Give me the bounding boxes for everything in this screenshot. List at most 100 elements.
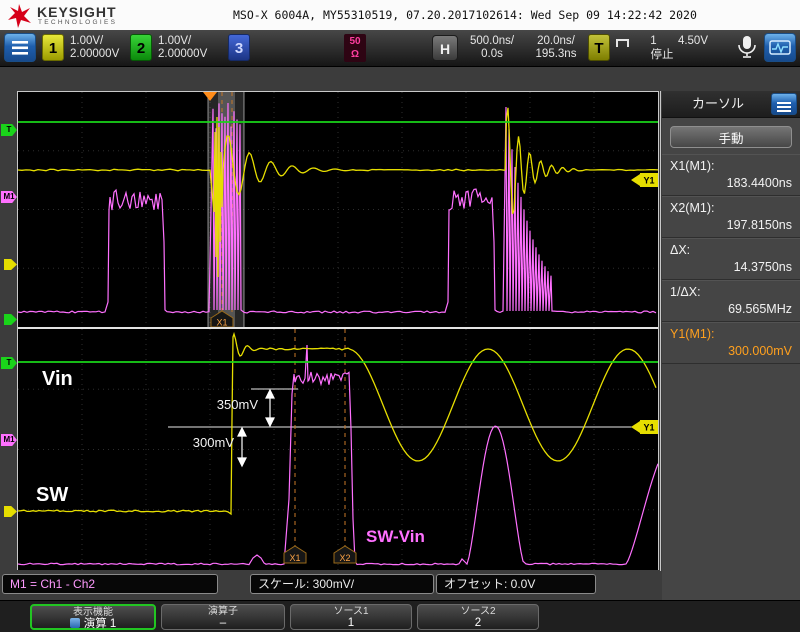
channel2-settings[interactable]: 1.00V/ 2.00000V	[158, 35, 207, 61]
cursor-label: 1/ΔX:	[670, 285, 701, 299]
annotation-300mv: 300mV	[193, 435, 235, 450]
channel1-settings[interactable]: 1.00V/ 2.00000V	[70, 35, 119, 61]
brand-subtitle: TECHNOLOGIES	[38, 19, 118, 26]
horizontal-zoom-scale: 20.0ns/	[537, 35, 575, 47]
cursor-row-1overdx[interactable]: 1/ΔX: 69.565MHz	[662, 280, 800, 322]
menu-icon	[12, 40, 28, 55]
acquisition-status: 停止	[650, 49, 674, 61]
cursor-panel-header: カーソル	[662, 91, 800, 118]
math-m1-waveform-main	[18, 102, 657, 314]
x2-cursor-flag[interactable]: X2	[333, 545, 357, 564]
zoom-timebase-panel: Vin SW SW-Vin 350mV 300mV X1 X2 Y1	[18, 329, 658, 570]
channel2-scale: 1.00V/	[158, 35, 192, 47]
channel1-scale: 1.00V/	[70, 35, 104, 47]
cursor-row-y1[interactable]: Y1(M1): 300.000mV	[662, 322, 800, 364]
ch1-waveform-zoom	[18, 331, 657, 516]
channel1-button[interactable]: 1	[42, 34, 64, 61]
vin-label: Vin	[42, 368, 73, 390]
ch2-ground-marker-top[interactable]	[4, 314, 17, 325]
waveform-display[interactable]: X1 Y1 Vin SW SW-Vin 350mV 300mV X1 X2 Y1	[17, 91, 659, 571]
channel1-offset: 2.00000V	[70, 48, 120, 60]
list-icon	[777, 101, 791, 112]
instrument-title: MSO-X 6004A, MY55310519, 07.20.201710261…	[233, 8, 697, 22]
svg-text:X1: X1	[216, 318, 227, 328]
math-offset-readout[interactable]: オフセット: 0.0V	[436, 574, 596, 594]
oscilloscope-screen: KEYSIGHT TECHNOLOGIES MSO-X 6004A, MY553…	[0, 0, 800, 632]
horizontal-main-readout[interactable]: 500.0ns/ 0.0s	[461, 35, 523, 61]
cursor-value: 14.3750ns	[733, 260, 792, 274]
svg-text:Y1: Y1	[643, 176, 654, 186]
impedance-unit: Ω	[350, 49, 360, 60]
cursor-mode-button[interactable]: 手動	[670, 126, 792, 148]
display-settings-button[interactable]	[764, 33, 796, 62]
cursor-menu-button[interactable]	[771, 93, 797, 115]
softkey-label: ソース1	[333, 606, 369, 617]
y1-cursor-flag[interactable]: Y1	[631, 420, 658, 434]
trigger-level-marker-zoom[interactable]: T	[1, 357, 17, 369]
ch1-ground-marker-top[interactable]	[4, 259, 17, 270]
horizontal-main-delay: 0.0s	[481, 48, 503, 60]
channel3-button[interactable]: 3	[228, 34, 250, 61]
main-toolbar: 1 1.00V/ 2.00000V 2 1.00V/ 2.00000V 3 50…	[0, 30, 800, 67]
keysight-logo: KEYSIGHT TECHNOLOGIES	[7, 2, 157, 28]
math-definition-readout[interactable]: M1 = Ch1 - Ch2	[2, 574, 218, 594]
cursor-value: 197.8150ns	[726, 218, 792, 232]
graticule	[18, 92, 658, 327]
cursor-value: 183.4400ns	[726, 176, 792, 190]
pulse-width-trigger-icon	[616, 38, 629, 47]
horizontal-zoom-readout[interactable]: 20.0ns/ 195.3ns	[527, 35, 585, 61]
y1-cursor-flag-main[interactable]: Y1	[631, 173, 658, 187]
impedance-50ohm-badge[interactable]: 50 Ω	[344, 34, 366, 62]
svg-text:X1: X1	[289, 553, 300, 563]
microphone-icon[interactable]	[736, 35, 758, 61]
softkey-display-function[interactable]: 表示機能 演算 1	[30, 604, 156, 630]
cursor-panel: カーソル 手動 X1(M1): 183.4400ns X2(M1): 197.8…	[662, 91, 800, 600]
horizontal-button[interactable]: H	[432, 35, 458, 61]
softkey-value: –	[219, 617, 227, 629]
softkey-value: 2	[474, 617, 482, 629]
horizontal-main-scale: 500.0ns/	[469, 35, 515, 47]
ch1-ground-marker-zoom[interactable]	[4, 506, 17, 517]
main-timebase-panel: X1 Y1	[18, 92, 658, 327]
status-bar: M1 = Ch1 - Ch2 スケール: 300mV/ オフセット: 0.0V	[0, 570, 660, 600]
softkey-label: 演算子	[208, 606, 238, 617]
cursor-row-dx[interactable]: ΔX: 14.3750ns	[662, 238, 800, 280]
cursor-value: 300.000mV	[728, 344, 792, 358]
trigger-readout[interactable]: 1 4.50V 停止	[616, 35, 708, 62]
cursor-value: 69.565MHz	[728, 302, 792, 316]
keysight-spark-icon	[8, 4, 31, 28]
softkey-value: 1	[347, 617, 355, 629]
cursor-row-x1[interactable]: X1(M1): 183.4400ns	[662, 154, 800, 196]
trigger-level: 4.50V	[677, 35, 708, 47]
math-scale-readout[interactable]: スケール: 300mV/	[250, 574, 434, 594]
impedance-value: 50	[349, 36, 361, 47]
display-sidebar-separator	[660, 91, 661, 571]
softkey-source2[interactable]: ソース2 2	[417, 604, 539, 630]
softkey-value: 演算 1	[83, 618, 117, 630]
graticule	[18, 329, 658, 570]
cursor-row-x2[interactable]: X2(M1): 197.8150ns	[662, 196, 800, 238]
swvin-label: SW-Vin	[366, 527, 425, 546]
cursor-label: X2(M1):	[670, 201, 715, 215]
title-bar: KEYSIGHT TECHNOLOGIES MSO-X 6004A, MY553…	[0, 0, 800, 30]
sw-label: SW	[36, 484, 68, 506]
display-settings-icon	[769, 39, 791, 55]
svg-text:Y1: Y1	[643, 423, 654, 433]
x1-cursor-flag[interactable]: X1	[283, 545, 307, 564]
softkey-source1[interactable]: ソース1 1	[290, 604, 412, 630]
softkey-label: 表示機能	[73, 607, 113, 618]
trigger-level-marker-top[interactable]: T	[1, 124, 17, 136]
menu-button[interactable]	[4, 33, 36, 62]
channel2-offset: 2.00000V	[158, 48, 208, 60]
softkey-label: ソース2	[460, 606, 496, 617]
softkey-menu: 表示機能 演算 1 演算子 – ソース1 1 ソース2 2	[0, 600, 800, 632]
trigger-source: 1	[650, 35, 657, 47]
cursor-label: Y1(M1):	[670, 327, 715, 341]
trigger-button[interactable]: T	[588, 34, 610, 61]
math-ground-marker-top[interactable]: M1	[1, 191, 17, 203]
cursor-label: ΔX:	[670, 243, 691, 257]
math-icon	[69, 618, 80, 628]
math-ground-marker-zoom[interactable]: M1	[1, 434, 17, 446]
softkey-operator[interactable]: 演算子 –	[161, 604, 285, 630]
channel2-button[interactable]: 2	[130, 34, 152, 61]
